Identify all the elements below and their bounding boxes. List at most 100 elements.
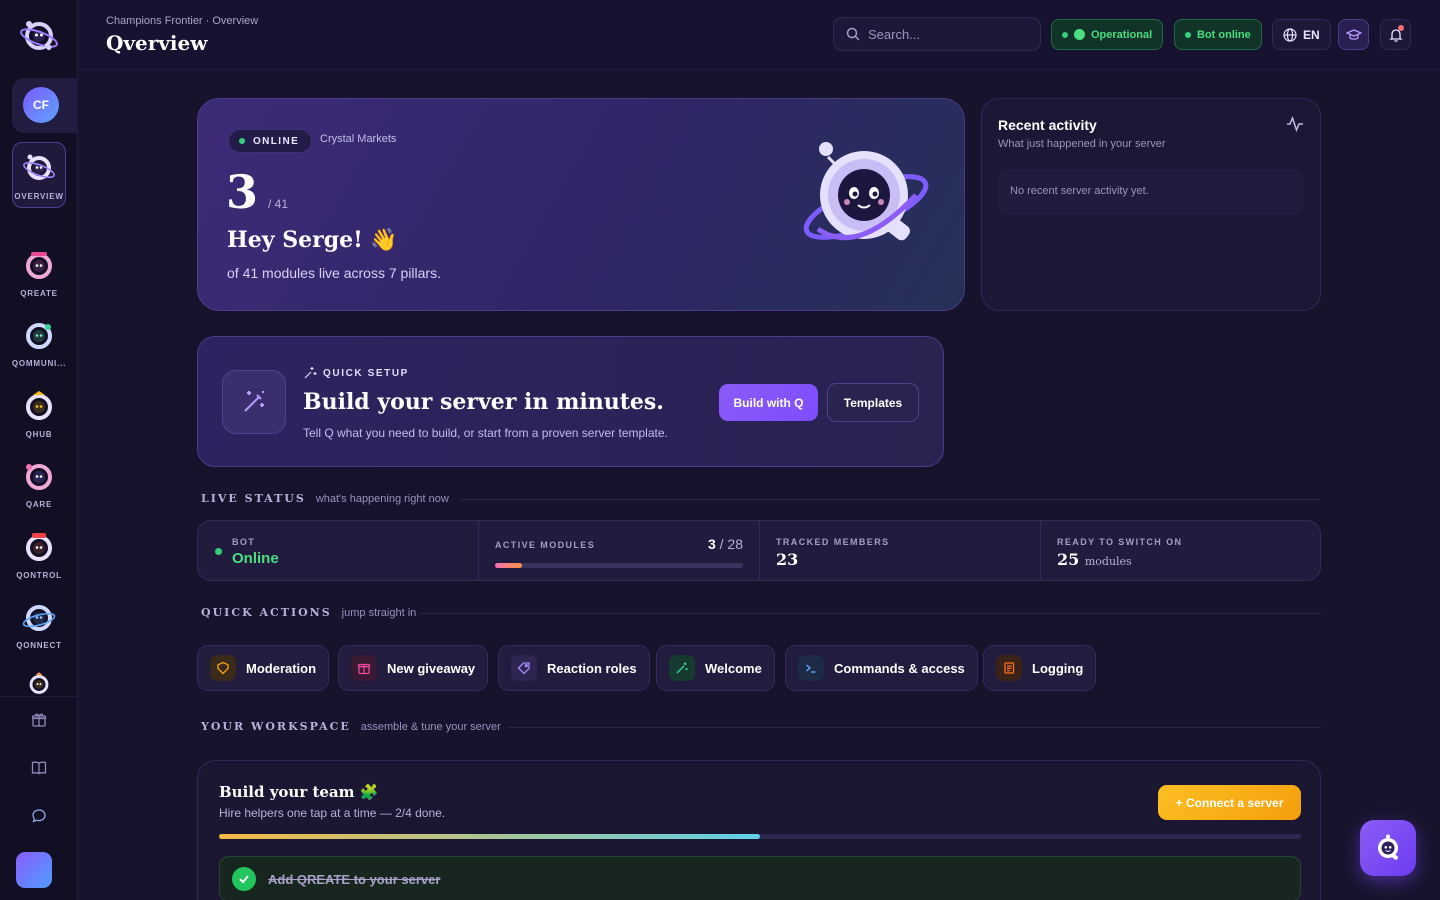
quick-action-label: Commands & access	[834, 660, 965, 676]
quick-action-reaction-roles[interactable]: Reaction roles	[498, 645, 650, 691]
bot-value: Online	[232, 550, 279, 567]
live-modules-count: 3	[226, 165, 259, 219]
overview-hero-card: ONLINE Crystal Markets 3 / 41 Hey Serge!…	[197, 98, 965, 311]
connect-server-button[interactable]: + Connect a server	[1158, 785, 1301, 820]
recent-activity-card: Recent activity What just happened in yo…	[981, 98, 1321, 311]
quick-action-logging[interactable]: Logging	[983, 645, 1097, 691]
check-icon	[232, 867, 256, 891]
wand-icon	[669, 655, 695, 681]
quick-action-label: New giveaway	[387, 660, 476, 676]
notifications-button[interactable]	[1380, 19, 1411, 50]
academy-button[interactable]	[1338, 19, 1369, 50]
quick-action-new-giveaway[interactable]: New giveaway	[338, 645, 489, 691]
quick-setup-eyebrow: QUICK SETUP	[303, 366, 409, 380]
magic-wand-icon	[222, 370, 286, 434]
sidebar-item-qommunity[interactable]: QOMMUNI...	[8, 310, 70, 376]
sidebar-item-qontrol[interactable]: QONTROL	[8, 522, 70, 588]
build-team-card: Build your team 🧩 Hire helpers one tap a…	[197, 760, 1321, 900]
search-icon	[846, 27, 860, 41]
green-circle-icon	[1074, 29, 1085, 40]
sidebar-item-qonnect[interactable]: QONNECT	[8, 592, 70, 658]
active-modules-value: 3	[707, 536, 716, 552]
ready-modules-cell: READY TO SWITCH ON 25 modules	[1041, 521, 1320, 580]
language-selector[interactable]: EN	[1272, 19, 1331, 50]
chat-icon[interactable]	[24, 801, 54, 831]
section-divider	[420, 613, 1321, 614]
online-label: ONLINE	[253, 135, 300, 147]
gift-icon[interactable]	[24, 705, 54, 735]
build-team-subtitle: Hire helpers one tap at a time — 2/4 don…	[219, 806, 446, 820]
recent-activity-subtitle: What just happened in your server	[998, 138, 1166, 150]
activity-pulse-icon[interactable]	[1286, 115, 1304, 133]
sidebar-item-label: QOMMUNI...	[11, 359, 67, 368]
build-with-q-button[interactable]: Build with Q	[719, 384, 818, 421]
team-progress-bar	[219, 834, 1301, 839]
sidebar-item-label: QHUB	[25, 430, 53, 439]
active-modules-count: 3 / 28	[708, 536, 743, 552]
quick-action-label: Welcome	[705, 660, 762, 676]
bot-status-badge[interactable]: Bot online	[1174, 19, 1262, 50]
bot-label: BOT	[232, 537, 256, 547]
live-status-title: LIVE STATUS	[201, 492, 306, 505]
quick-actions-title: QUICK ACTIONS	[201, 606, 332, 619]
globe-icon	[1283, 27, 1297, 42]
quick-setup-title: Build your server in minutes.	[303, 389, 664, 415]
quick-actions-heading: QUICK ACTIONS jump straight in	[201, 606, 416, 619]
search-box[interactable]	[833, 17, 1041, 51]
sidebar-item-label: QONTROL	[16, 571, 62, 580]
quick-action-commands-access[interactable]: Commands & access	[785, 645, 978, 691]
sidebar-item-overview[interactable]: OVERVIEW	[12, 142, 66, 208]
server-avatar[interactable]: CF	[23, 87, 59, 123]
status-dot	[215, 548, 222, 555]
sidebar-item-qreate[interactable]: QREATE	[8, 240, 70, 306]
templates-button[interactable]: Templates	[827, 383, 919, 422]
q-mascot-icon	[26, 533, 52, 561]
language-label: EN	[1303, 27, 1320, 42]
operational-status-badge[interactable]: Operational	[1051, 19, 1164, 50]
active-modules-progress	[495, 563, 743, 568]
sidebar-item-label: QREATE	[20, 289, 58, 298]
tag-icon	[511, 655, 537, 681]
q-mascot-icon	[26, 391, 52, 420]
sidebar-item-more[interactable]	[8, 662, 70, 696]
status-dot	[1185, 31, 1191, 38]
tracked-members-cell: TRACKED MEMBERS 23	[760, 521, 1041, 580]
workspace-title: YOUR WORKSPACE	[201, 720, 351, 733]
quick-setup-card: QUICK SETUP Build your server in minutes…	[197, 336, 944, 467]
team-progress-fill	[219, 834, 760, 839]
live-status-subtitle: what's happening right now	[315, 493, 449, 505]
hero-subtitle: of 41 modules live across 7 pillars.	[227, 265, 441, 281]
quick-setup-label: QUICK SETUP	[323, 367, 409, 379]
tracked-members-label: TRACKED MEMBERS	[776, 537, 890, 547]
quick-setup-subtitle: Tell Q what you need to build, or start …	[303, 426, 668, 440]
ready-label: READY TO SWITCH ON	[1057, 537, 1183, 547]
q-logo-icon[interactable]	[18, 16, 60, 56]
book-icon[interactable]	[24, 753, 54, 783]
operational-label: Operational	[1091, 28, 1153, 41]
q-assistant-button[interactable]	[1360, 820, 1416, 876]
search-input[interactable]	[868, 26, 1018, 42]
sidebar-item-label: QARE	[25, 500, 53, 509]
sidebar: CF OVERVIEW QREATE QOMMUNI... QHUB QARE …	[0, 0, 78, 900]
task-add-qreate[interactable]: Add QREATE to your server	[219, 856, 1301, 900]
server-switcher[interactable]: CF	[12, 78, 78, 133]
bot-status-label: Bot online	[1197, 28, 1251, 41]
build-team-title: Build your team 🧩	[219, 783, 379, 801]
modules-total: / 41	[268, 197, 289, 211]
breadcrumb[interactable]: Champions Frontier · Overview	[106, 15, 258, 27]
sidebar-item-qare[interactable]: QARE	[8, 451, 70, 517]
q-mascot-icon	[22, 605, 56, 631]
quick-action-welcome[interactable]: Welcome	[656, 645, 775, 691]
sidebar-item-qhub[interactable]: QHUB	[8, 381, 70, 447]
top-header: Champions Frontier · Overview Qverview O…	[78, 0, 1440, 70]
workspace-subtitle: assemble & tune your server	[360, 721, 501, 733]
section-divider	[460, 499, 1321, 500]
section-divider	[508, 727, 1321, 728]
quick-action-label: Moderation	[246, 660, 317, 676]
user-avatar[interactable]	[16, 852, 52, 888]
task-label: Add QREATE to your server	[268, 871, 441, 887]
live-status-heading: LIVE STATUS what's happening right now	[201, 492, 449, 505]
q-mascot-icon	[26, 252, 52, 279]
quick-action-moderation[interactable]: Moderation	[197, 645, 330, 691]
active-modules-progress-fill	[495, 563, 522, 568]
